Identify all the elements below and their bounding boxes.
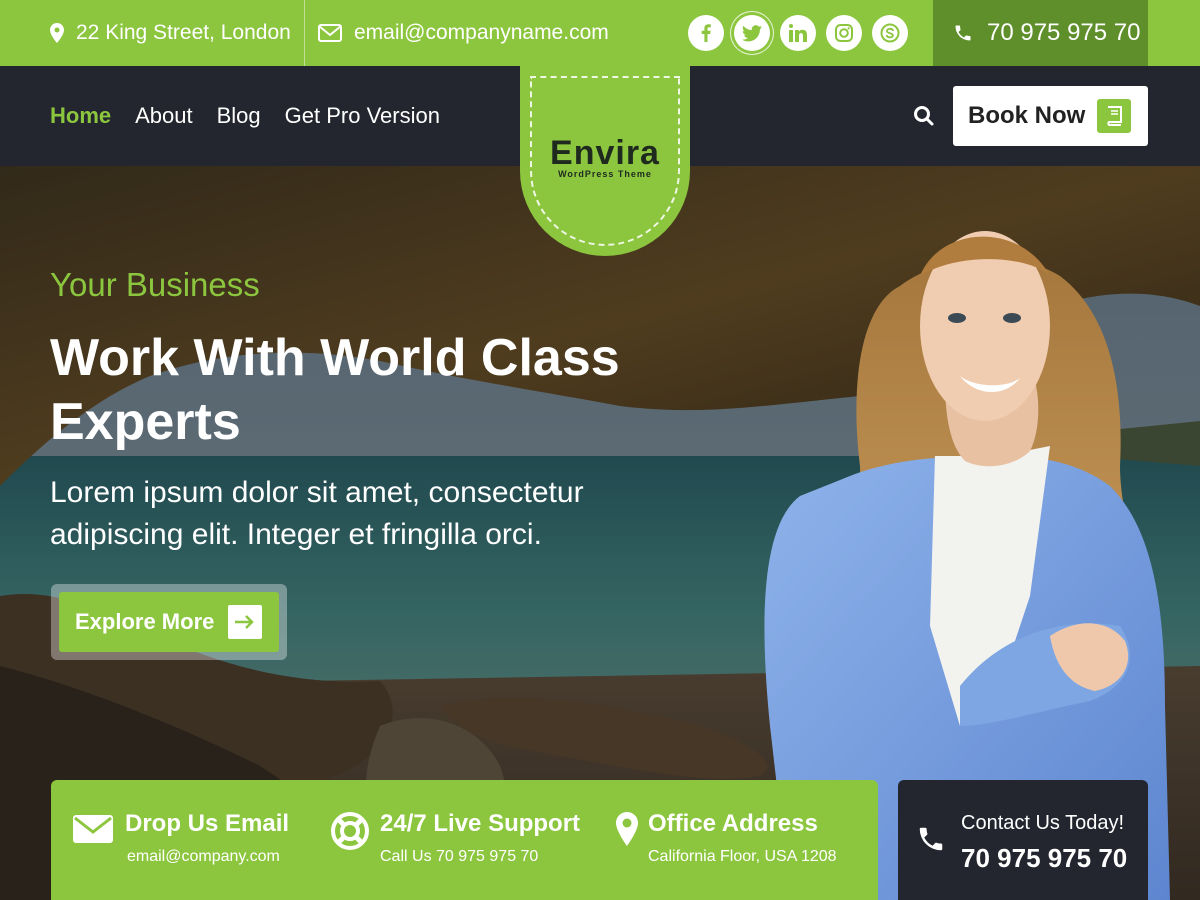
page: 22 King Street, London email@companyname… [0,0,1200,900]
twitter-icon[interactable] [734,15,770,51]
info-detail: email@company.com [127,848,280,865]
linkedin-icon[interactable] [780,15,816,51]
search-icon[interactable] [912,104,936,128]
hero-description: Lorem ipsum dolor sit amet, consectetur … [50,476,584,551]
logo-name: Envira [550,134,660,172]
phone-icon [919,827,943,851]
phone-icon [955,25,971,41]
explore-more-label: Explore More [75,609,215,634]
lifebuoy-icon [331,812,369,850]
phone-info[interactable]: 70 975 975 70 [933,0,1148,66]
email-info[interactable]: email@companyname.com [318,0,609,66]
book-now-label: Book Now [968,102,1086,129]
instagram-icon[interactable] [826,15,862,51]
info-title: 24/7 Live Support [380,810,581,837]
contact-title: Contact Us Today! [961,812,1125,834]
explore-button-frame: Explore More [51,584,287,660]
facebook-icon[interactable] [688,15,724,51]
topbar-divider [304,0,305,66]
envelope-icon [73,815,113,843]
arrow-right-icon [228,605,263,639]
social-links [688,15,908,51]
email-text: email@companyname.com [354,21,609,44]
nav-item-blog[interactable]: Blog [217,103,261,129]
map-pin-icon [50,23,64,43]
info-detail: California Floor, USA 1208 [648,848,837,865]
info-strip: Drop Us Email email@company.com 24/7 Liv… [51,780,878,900]
contact-box[interactable]: Contact Us Today! 70 975 975 70 [898,780,1148,900]
info-detail: Call Us 70 975 975 70 [380,848,539,865]
map-pin-icon [616,812,638,846]
top-bar: 22 King Street, London email@companyname… [0,0,1200,66]
contact-number: 70 975 975 70 [961,843,1128,873]
explore-more-button[interactable]: Explore More [59,592,279,652]
nav-item-get-pro-version[interactable]: Get Pro Version [285,103,440,129]
hero-title: Work With World Class Experts [50,329,620,451]
info-title: Drop Us Email [125,810,290,837]
phone-text: 70 975 975 70 [987,19,1141,46]
hero-subtitle: Your Business [50,266,260,303]
address-info: 22 King Street, London [50,0,291,66]
site-logo[interactable]: Envira WordPress Theme [520,66,690,256]
info-title: Office Address [648,810,818,837]
logo-tagline: WordPress Theme [558,169,652,179]
nav-item-home[interactable]: Home [50,103,111,129]
main-menu: Home About Blog Get Pro Version [50,66,440,166]
nav-item-about[interactable]: About [135,103,193,129]
book-now-button[interactable]: Book Now [953,86,1148,146]
book-icon [1097,99,1132,133]
envelope-icon [318,24,342,42]
address-text: 22 King Street, London [76,21,291,44]
skype-icon[interactable] [872,15,908,51]
